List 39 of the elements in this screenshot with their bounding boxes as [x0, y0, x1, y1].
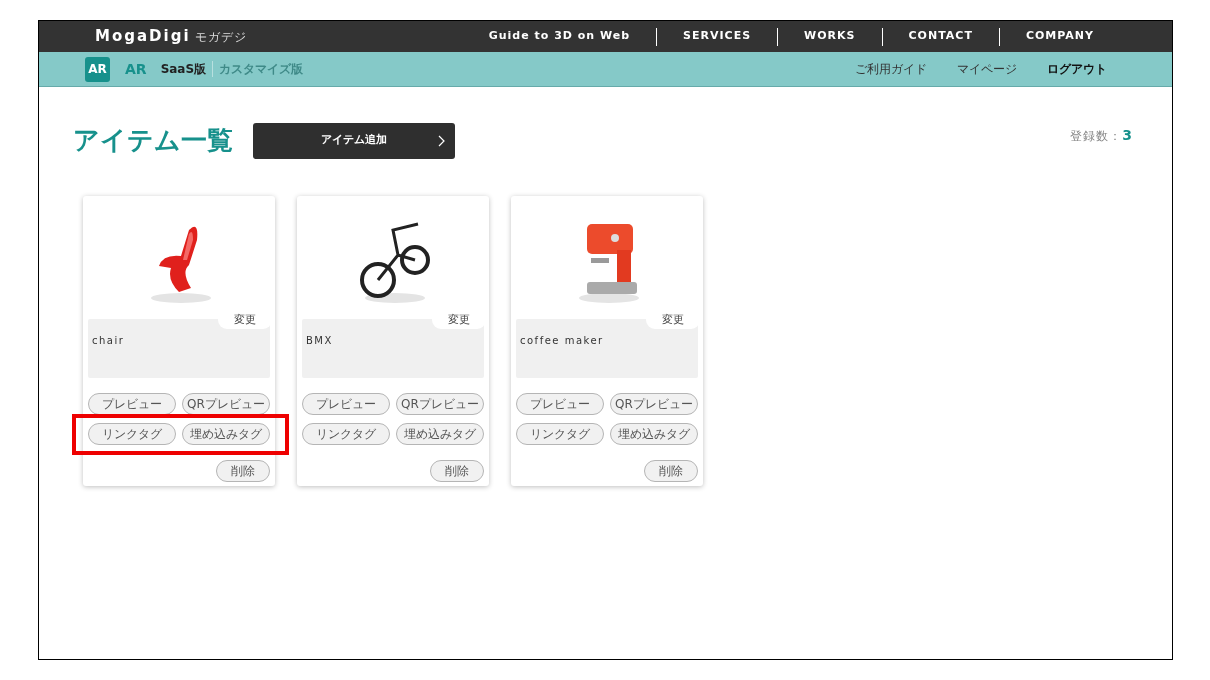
- pill-button[interactable]: 削除: [216, 460, 270, 482]
- logo[interactable]: MogaDigi: [95, 25, 191, 48]
- pill-button[interactable]: リンクタグ: [516, 423, 604, 445]
- pill-button[interactable]: リンクタグ: [302, 423, 390, 445]
- change-button[interactable]: 変更: [646, 311, 700, 329]
- nav-link[interactable]: WORKS: [778, 28, 882, 45]
- pill-button[interactable]: プレビュー: [516, 393, 604, 415]
- nav-link[interactable]: COMPANY: [999, 28, 1116, 45]
- logo-kana: モガデジ: [194, 28, 247, 46]
- pill-button[interactable]: QRプレビュー: [396, 393, 484, 415]
- header-link[interactable]: マイページ: [957, 60, 1017, 78]
- nav-link[interactable]: SERVICES: [657, 28, 778, 45]
- nav-link[interactable]: CONTACT: [882, 28, 999, 45]
- header-link[interactable]: ログアウト: [1047, 60, 1107, 78]
- item-count: 3: [1122, 126, 1132, 145]
- edition-tab[interactable]: SaaS版: [160, 60, 207, 78]
- pill-button[interactable]: 削除: [644, 460, 698, 482]
- header-link[interactable]: ご利用ガイド: [855, 60, 927, 78]
- item-name: chair: [92, 335, 125, 346]
- item-name: coffee maker: [520, 335, 604, 346]
- pill-button[interactable]: 削除: [430, 460, 484, 482]
- pill-button[interactable]: 埋め込みタグ: [610, 423, 698, 445]
- pill-button[interactable]: リンクタグ: [88, 423, 176, 445]
- count-label: 登録数：: [1070, 127, 1123, 145]
- product-name: AR: [125, 59, 147, 79]
- pill-button[interactable]: QRプレビュー: [182, 393, 270, 415]
- chevron-right-icon: [438, 134, 445, 147]
- page-title: アイテム一覧: [73, 124, 233, 157]
- pill-button[interactable]: プレビュー: [302, 393, 390, 415]
- add-item-button[interactable]: アイテム追加: [253, 122, 455, 159]
- pill-button[interactable]: QRプレビュー: [610, 393, 698, 415]
- pill-button[interactable]: プレビュー: [88, 393, 176, 415]
- pill-button[interactable]: 埋め込みタグ: [182, 423, 270, 445]
- pill-button[interactable]: 埋め込みタグ: [396, 423, 484, 445]
- change-button[interactable]: 変更: [432, 311, 486, 329]
- nav-link[interactable]: Guide to 3D on Web: [488, 28, 657, 45]
- ar-badge: AR: [85, 56, 110, 82]
- change-button[interactable]: 変更: [218, 311, 272, 329]
- item-name: BMX: [306, 335, 333, 346]
